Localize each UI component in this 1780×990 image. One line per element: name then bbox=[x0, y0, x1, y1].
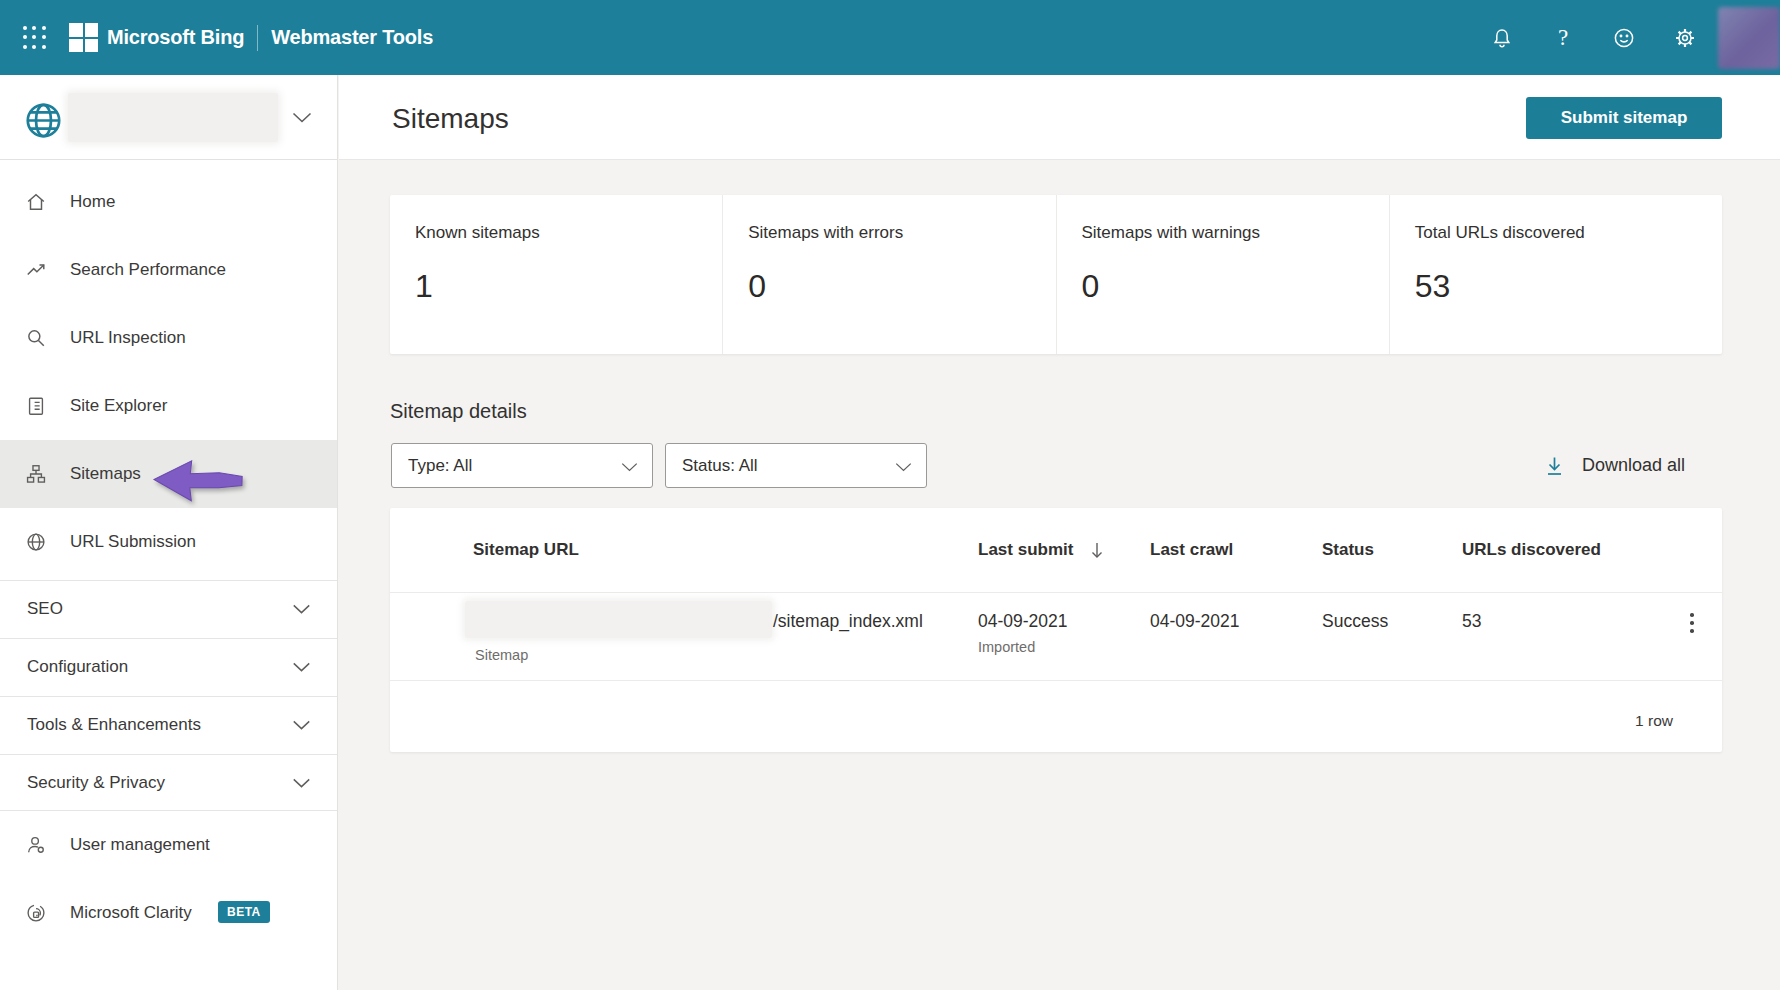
sitemap-url-redacted bbox=[465, 601, 772, 638]
column-header-urls-discovered[interactable]: URLs discovered bbox=[1462, 508, 1601, 592]
feedback-smiley-icon[interactable] bbox=[1612, 26, 1636, 50]
user-avatar[interactable] bbox=[1718, 7, 1780, 69]
home-icon bbox=[25, 191, 47, 213]
annotation-arrow bbox=[151, 456, 247, 506]
sidebar-section-configuration[interactable]: Configuration bbox=[0, 638, 337, 695]
page-header: Sitemaps Submit sitemap bbox=[339, 75, 1780, 160]
last-crawl-date: 04-09-2021 bbox=[1150, 611, 1240, 632]
download-all-button[interactable]: Download all bbox=[1544, 443, 1685, 488]
beta-badge: BETA bbox=[218, 901, 270, 923]
sitemap-type-label: Sitemap bbox=[475, 647, 528, 663]
magnifier-icon bbox=[25, 327, 47, 349]
sitemap-details-heading: Sitemap details bbox=[390, 400, 527, 423]
microsoft-logo bbox=[69, 23, 98, 52]
stat-total-urls-discovered: Total URLs discovered 53 bbox=[1390, 195, 1722, 354]
sidebar: Home Search Performance URL Inspection S… bbox=[0, 75, 338, 990]
settings-gear-icon[interactable] bbox=[1673, 26, 1697, 50]
chevron-down-icon bbox=[292, 662, 311, 672]
column-header-last-submit[interactable]: Last submit bbox=[978, 508, 1073, 592]
sidebar-item-url-submission[interactable]: URL Submission bbox=[0, 508, 337, 576]
sidebar-item-site-explorer[interactable]: Site Explorer bbox=[0, 372, 337, 440]
chevron-down-icon bbox=[621, 462, 638, 472]
stat-known-sitemaps: Known sitemaps 1 bbox=[390, 195, 723, 354]
status-filter-dropdown[interactable]: Status: All bbox=[665, 443, 927, 488]
trend-icon bbox=[25, 259, 47, 281]
app-launcher-icon[interactable] bbox=[23, 26, 46, 49]
column-header-status[interactable]: Status bbox=[1322, 508, 1374, 592]
clarity-icon bbox=[25, 902, 47, 924]
sidebar-section-tools-enhancements[interactable]: Tools & Enhancements bbox=[0, 696, 337, 753]
sitemaps-table: Sitemap URL Last submit Last crawl Statu… bbox=[390, 508, 1722, 752]
table-row-count: 1 row bbox=[1635, 712, 1673, 730]
sitemap-url-suffix[interactable]: /sitemap_index.xml bbox=[773, 611, 923, 632]
brand-name: Microsoft Bing bbox=[107, 26, 244, 49]
sort-descending-icon bbox=[1090, 542, 1104, 559]
download-icon bbox=[1544, 455, 1565, 477]
row-actions-menu[interactable] bbox=[1686, 609, 1698, 637]
submit-note: Imported bbox=[978, 639, 1035, 655]
sitemap-icon bbox=[25, 463, 47, 485]
urls-discovered-value: 53 bbox=[1462, 611, 1481, 632]
sidebar-item-microsoft-clarity[interactable]: Microsoft Clarity BETA bbox=[0, 879, 337, 947]
sidebar-item-search-performance[interactable]: Search Performance bbox=[0, 236, 337, 304]
sidebar-item-home[interactable]: Home bbox=[0, 168, 337, 236]
page-title: Sitemaps bbox=[392, 103, 509, 135]
table-row-divider bbox=[390, 680, 1722, 681]
column-header-last-crawl[interactable]: Last crawl bbox=[1150, 508, 1233, 592]
help-icon[interactable]: ? bbox=[1551, 26, 1575, 50]
stat-sitemaps-with-warnings: Sitemaps with warnings 0 bbox=[1057, 195, 1390, 354]
user-icon bbox=[25, 834, 47, 856]
sidebar-section-security-privacy[interactable]: Security & Privacy bbox=[0, 754, 337, 811]
brand-separator bbox=[257, 25, 258, 51]
top-app-bar: Microsoft Bing Webmaster Tools ? bbox=[0, 0, 1780, 75]
type-filter-dropdown[interactable]: Type: All bbox=[391, 443, 653, 488]
table-header-divider bbox=[390, 592, 1722, 593]
sidebar-section-seo[interactable]: SEO bbox=[0, 580, 337, 637]
product-name: Webmaster Tools bbox=[271, 26, 433, 49]
sidebar-item-user-management[interactable]: User management bbox=[0, 811, 337, 879]
globe-icon bbox=[25, 531, 47, 553]
chevron-down-icon bbox=[292, 778, 311, 788]
notifications-bell-icon[interactable] bbox=[1490, 26, 1514, 50]
chevron-down-icon bbox=[292, 604, 311, 614]
chevron-down-icon bbox=[292, 112, 312, 123]
document-list-icon bbox=[25, 395, 47, 417]
stats-cards: Known sitemaps 1 Sitemaps with errors 0 … bbox=[390, 195, 1722, 354]
status-value: Success bbox=[1322, 611, 1388, 632]
sidebar-item-url-inspection[interactable]: URL Inspection bbox=[0, 304, 337, 372]
last-submit-date: 04-09-2021 bbox=[978, 611, 1068, 632]
chevron-down-icon bbox=[292, 720, 311, 730]
site-name-redacted bbox=[68, 93, 278, 142]
site-selector[interactable] bbox=[0, 75, 337, 160]
column-header-sitemap-url[interactable]: Sitemap URL bbox=[473, 508, 579, 592]
stat-sitemaps-with-errors: Sitemaps with errors 0 bbox=[723, 195, 1056, 354]
submit-sitemap-button[interactable]: Submit sitemap bbox=[1526, 97, 1722, 139]
chevron-down-icon bbox=[895, 462, 912, 472]
site-globe-icon bbox=[23, 100, 64, 141]
